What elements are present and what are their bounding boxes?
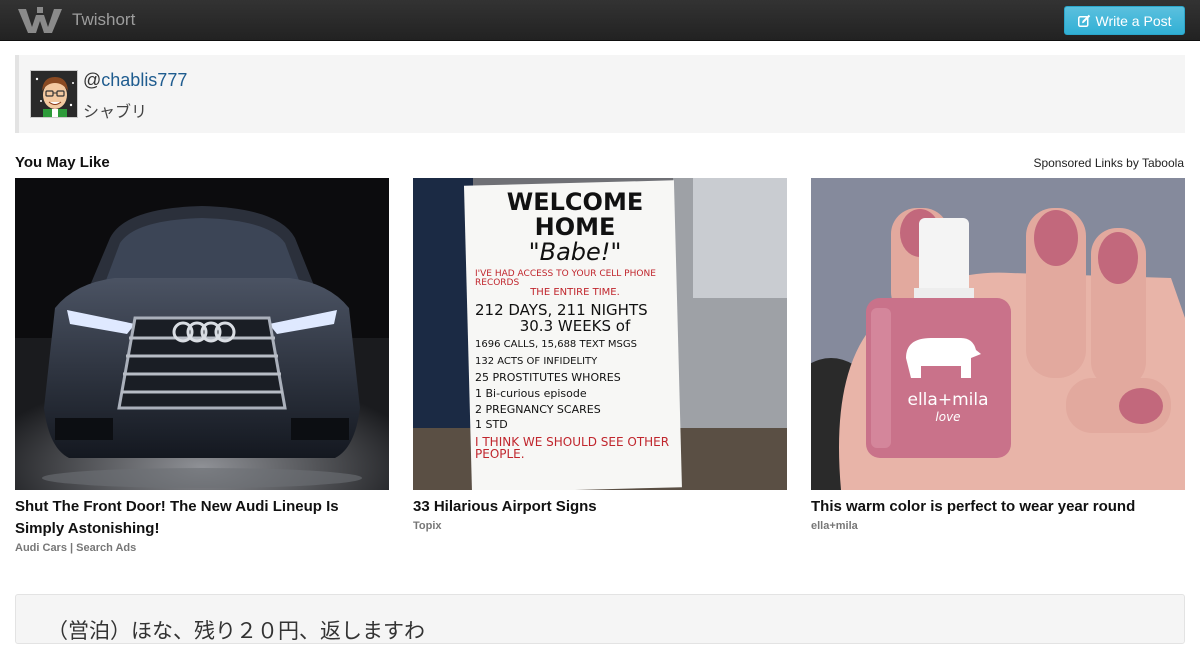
sign-line: 1696 CALLS, 15,688 TEXT MSGS bbox=[475, 339, 637, 351]
recommendation-source: Topix bbox=[413, 520, 442, 532]
sign-line: I THINK WE SHOULD SEE OTHER PEOPLE. bbox=[475, 434, 670, 462]
recommendation-title[interactable]: 33 Hilarious Airport Signs bbox=[413, 496, 787, 518]
post-content-box: （営泊）ほな、残り２０円、返しますわ bbox=[15, 594, 1185, 644]
author-display-name: シャブリ bbox=[83, 102, 148, 121]
brand-home-link[interactable]: Twishort bbox=[18, 6, 135, 34]
recommendation-card[interactable]: Shut The Front Door! The New Audi Lineup… bbox=[15, 178, 389, 554]
recommendation-card[interactable]: ella+mila love This warm color is perfec… bbox=[811, 178, 1185, 532]
brand-name: Twishort bbox=[72, 10, 136, 29]
write-post-button[interactable]: Write a Post bbox=[1064, 6, 1185, 35]
recommendations-heading: You May Like bbox=[15, 154, 110, 171]
avatar[interactable] bbox=[30, 70, 78, 118]
avatar-image bbox=[31, 71, 77, 117]
recommendation-title[interactable]: Shut The Front Door! The New Audi Lineup… bbox=[15, 496, 389, 540]
sign-line: 25 PROSTITUTES WHORES bbox=[475, 371, 621, 385]
sign-line: WELCOME HOME bbox=[506, 190, 644, 242]
author-handle: @chablis777 bbox=[83, 70, 187, 91]
bottle-sub: love bbox=[935, 410, 961, 424]
car-thumbnail[interactable] bbox=[15, 178, 389, 490]
sign-line: 1 STD bbox=[475, 418, 508, 432]
author-card: @chablis777 シャブリ bbox=[15, 55, 1185, 133]
sign-line: THE ENTIRE TIME. bbox=[530, 287, 620, 299]
author-handle-link[interactable]: chablis777 bbox=[101, 70, 187, 90]
recommendation-source: Audi Cars | Search Ads bbox=[15, 542, 137, 554]
edit-icon bbox=[1077, 14, 1090, 27]
sign-line: 132 ACTS OF INFIDELITY bbox=[475, 355, 598, 367]
sign-line: 30.3 WEEKS of bbox=[519, 316, 631, 335]
handle-at: @ bbox=[83, 70, 102, 90]
sign-line: "Babe!" bbox=[528, 238, 622, 267]
sign-line: I'VE HAD ACCESS TO YOUR CELL PHONE RECOR… bbox=[475, 268, 656, 288]
bottle-brand: ella+mila bbox=[907, 390, 989, 410]
write-post-label: Write a Post bbox=[1095, 12, 1172, 29]
post-text: （営泊）ほな、残り２０円、返しますわ bbox=[47, 619, 425, 643]
sign-line: 1 Bi-curious episode bbox=[475, 386, 587, 400]
nail-polish-thumbnail[interactable] bbox=[811, 178, 1185, 490]
recommendation-title[interactable]: This warm color is perfect to wear year … bbox=[811, 496, 1185, 518]
recommendation-source: ella+mila bbox=[811, 520, 858, 532]
sign-line: 2 PREGNANCY SCARES bbox=[475, 402, 601, 416]
top-navbar: Twishort Write a Post bbox=[0, 0, 1200, 41]
sponsored-links-label[interactable]: Sponsored Links by Taboola bbox=[1033, 156, 1184, 170]
bottle-label: ella+mila love bbox=[873, 390, 1023, 424]
recommendation-card[interactable]: WELCOME HOME "Babe!" I'VE HAD ACCESS TO … bbox=[413, 178, 787, 532]
sign-text: WELCOME HOME "Babe!" I'VE HAD ACCESS TO … bbox=[475, 190, 675, 490]
twishort-logo-icon bbox=[18, 7, 62, 33]
